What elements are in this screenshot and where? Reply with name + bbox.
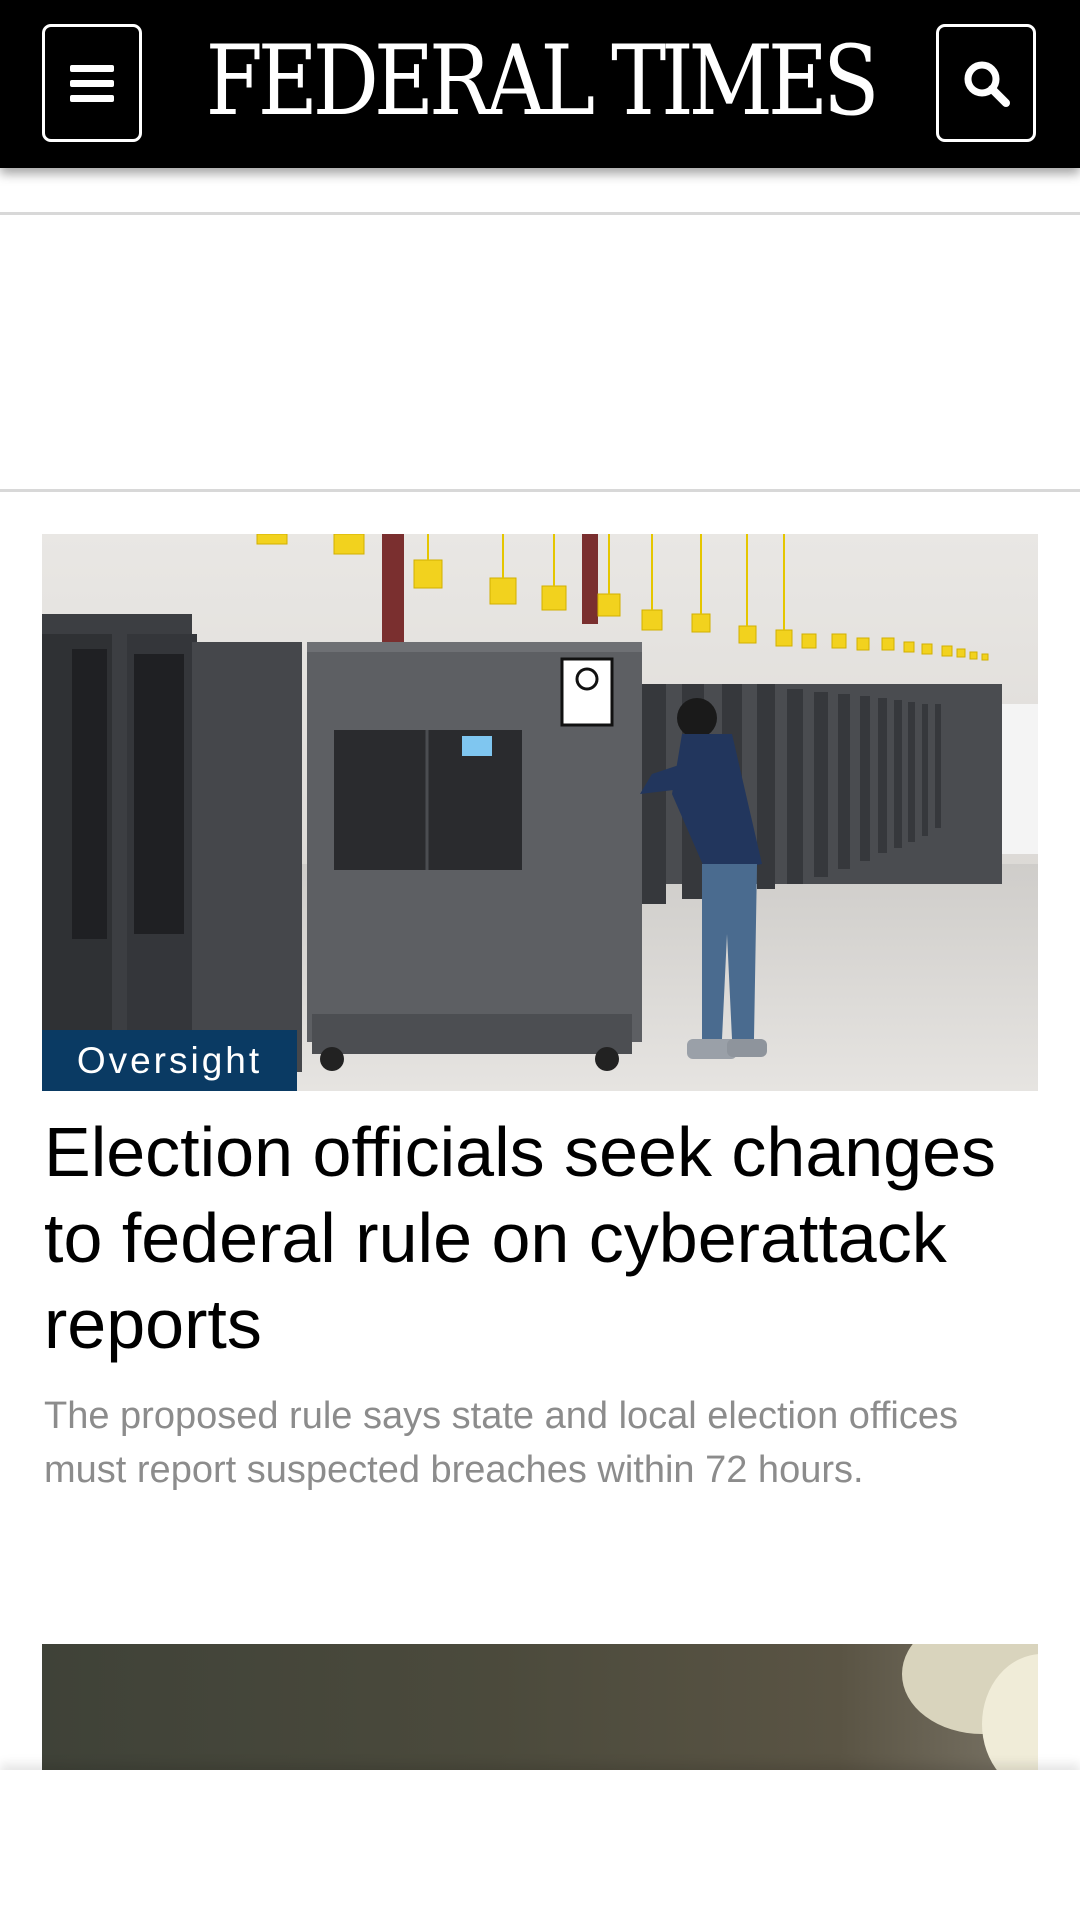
menu-button[interactable]: [42, 24, 142, 142]
story-headline[interactable]: Election officials seek changes to feder…: [44, 1109, 1024, 1367]
lead-story-image[interactable]: Oversight: [42, 534, 1038, 1091]
site-header: FEDERAL TIMES: [0, 0, 1080, 168]
search-button[interactable]: [936, 24, 1036, 142]
next-story-image[interactable]: [42, 1644, 1038, 1774]
advertisement-slot: [0, 212, 1080, 492]
search-icon: [964, 61, 1010, 107]
lead-story: Oversight Election officials seek change…: [42, 534, 1038, 1497]
next-story-photo: [42, 1644, 1038, 1774]
site-logo[interactable]: FEDERAL TIMES: [205, 22, 880, 140]
hamburger-menu-icon: [70, 65, 114, 102]
bottom-ad-bar: [0, 1770, 1080, 1920]
story-summary: The proposed rule says state and local e…: [44, 1395, 958, 1491]
category-tag[interactable]: Oversight: [42, 1030, 297, 1091]
voting-machines-photo: [42, 534, 1038, 1091]
